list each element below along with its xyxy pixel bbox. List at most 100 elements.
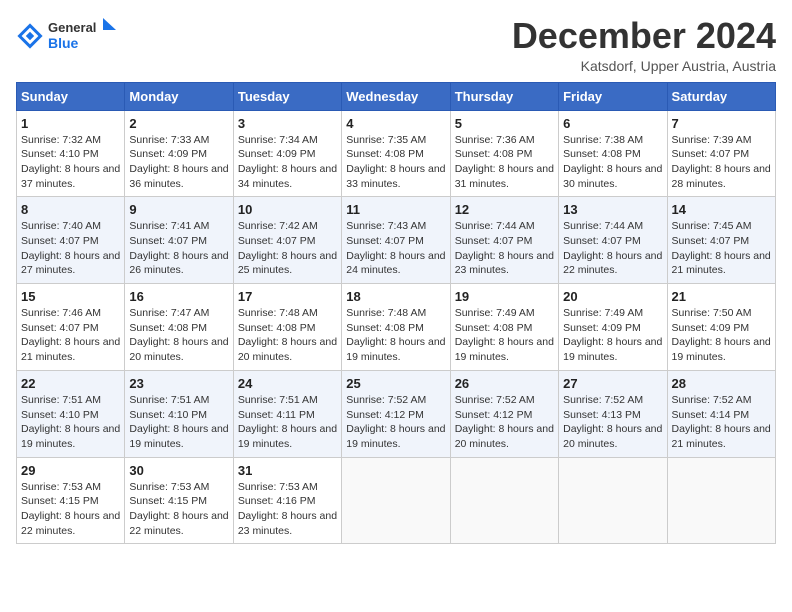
day-number: 28 bbox=[672, 376, 771, 391]
day-detail: Sunrise: 7:46 AM Sunset: 4:07 PM Dayligh… bbox=[21, 306, 120, 365]
day-detail: Sunrise: 7:40 AM Sunset: 4:07 PM Dayligh… bbox=[21, 219, 120, 278]
calendar-cell: 5 Sunrise: 7:36 AM Sunset: 4:08 PM Dayli… bbox=[450, 110, 558, 197]
day-number: 7 bbox=[672, 116, 771, 131]
day-detail: Sunrise: 7:52 AM Sunset: 4:12 PM Dayligh… bbox=[455, 393, 554, 452]
calendar-cell: 22 Sunrise: 7:51 AM Sunset: 4:10 PM Dayl… bbox=[17, 370, 125, 457]
calendar-day-header: Tuesday bbox=[233, 82, 341, 110]
day-number: 21 bbox=[672, 289, 771, 304]
day-number: 4 bbox=[346, 116, 445, 131]
day-detail: Sunrise: 7:45 AM Sunset: 4:07 PM Dayligh… bbox=[672, 219, 771, 278]
day-number: 29 bbox=[21, 463, 120, 478]
calendar-cell: 24 Sunrise: 7:51 AM Sunset: 4:11 PM Dayl… bbox=[233, 370, 341, 457]
day-number: 11 bbox=[346, 202, 445, 217]
day-number: 14 bbox=[672, 202, 771, 217]
day-detail: Sunrise: 7:32 AM Sunset: 4:10 PM Dayligh… bbox=[21, 133, 120, 192]
day-number: 23 bbox=[129, 376, 228, 391]
calendar-day-header: Friday bbox=[559, 82, 667, 110]
calendar-cell: 12 Sunrise: 7:44 AM Sunset: 4:07 PM Dayl… bbox=[450, 197, 558, 284]
day-number: 22 bbox=[21, 376, 120, 391]
day-detail: Sunrise: 7:50 AM Sunset: 4:09 PM Dayligh… bbox=[672, 306, 771, 365]
day-detail: Sunrise: 7:53 AM Sunset: 4:15 PM Dayligh… bbox=[129, 480, 228, 539]
calendar-cell: 19 Sunrise: 7:49 AM Sunset: 4:08 PM Dayl… bbox=[450, 284, 558, 371]
calendar-table: SundayMondayTuesdayWednesdayThursdayFrid… bbox=[16, 82, 776, 545]
calendar-cell: 25 Sunrise: 7:52 AM Sunset: 4:12 PM Dayl… bbox=[342, 370, 450, 457]
calendar-cell: 20 Sunrise: 7:49 AM Sunset: 4:09 PM Dayl… bbox=[559, 284, 667, 371]
day-number: 26 bbox=[455, 376, 554, 391]
day-detail: Sunrise: 7:47 AM Sunset: 4:08 PM Dayligh… bbox=[129, 306, 228, 365]
logo-icon bbox=[16, 22, 44, 50]
day-number: 13 bbox=[563, 202, 662, 217]
calendar-day-header: Monday bbox=[125, 82, 233, 110]
calendar-cell: 7 Sunrise: 7:39 AM Sunset: 4:07 PM Dayli… bbox=[667, 110, 775, 197]
logo-text: General Blue bbox=[48, 16, 118, 57]
calendar-cell: 26 Sunrise: 7:52 AM Sunset: 4:12 PM Dayl… bbox=[450, 370, 558, 457]
day-detail: Sunrise: 7:53 AM Sunset: 4:16 PM Dayligh… bbox=[238, 480, 337, 539]
calendar-day-header: Thursday bbox=[450, 82, 558, 110]
day-number: 10 bbox=[238, 202, 337, 217]
day-number: 17 bbox=[238, 289, 337, 304]
day-detail: Sunrise: 7:44 AM Sunset: 4:07 PM Dayligh… bbox=[563, 219, 662, 278]
calendar-cell: 28 Sunrise: 7:52 AM Sunset: 4:14 PM Dayl… bbox=[667, 370, 775, 457]
calendar-cell: 16 Sunrise: 7:47 AM Sunset: 4:08 PM Dayl… bbox=[125, 284, 233, 371]
day-detail: Sunrise: 7:38 AM Sunset: 4:08 PM Dayligh… bbox=[563, 133, 662, 192]
day-number: 15 bbox=[21, 289, 120, 304]
day-detail: Sunrise: 7:52 AM Sunset: 4:13 PM Dayligh… bbox=[563, 393, 662, 452]
calendar-cell: 18 Sunrise: 7:48 AM Sunset: 4:08 PM Dayl… bbox=[342, 284, 450, 371]
page-header: General Blue December 2024 Katsdorf, Upp… bbox=[16, 16, 776, 74]
day-detail: Sunrise: 7:53 AM Sunset: 4:15 PM Dayligh… bbox=[21, 480, 120, 539]
day-detail: Sunrise: 7:48 AM Sunset: 4:08 PM Dayligh… bbox=[238, 306, 337, 365]
calendar-cell: 30 Sunrise: 7:53 AM Sunset: 4:15 PM Dayl… bbox=[125, 457, 233, 544]
day-detail: Sunrise: 7:51 AM Sunset: 4:10 PM Dayligh… bbox=[129, 393, 228, 452]
day-detail: Sunrise: 7:51 AM Sunset: 4:11 PM Dayligh… bbox=[238, 393, 337, 452]
location: Katsdorf, Upper Austria, Austria bbox=[512, 58, 776, 74]
day-detail: Sunrise: 7:44 AM Sunset: 4:07 PM Dayligh… bbox=[455, 219, 554, 278]
calendar-cell: 13 Sunrise: 7:44 AM Sunset: 4:07 PM Dayl… bbox=[559, 197, 667, 284]
calendar-cell: 23 Sunrise: 7:51 AM Sunset: 4:10 PM Dayl… bbox=[125, 370, 233, 457]
day-detail: Sunrise: 7:39 AM Sunset: 4:07 PM Dayligh… bbox=[672, 133, 771, 192]
day-number: 24 bbox=[238, 376, 337, 391]
calendar-cell bbox=[450, 457, 558, 544]
day-number: 9 bbox=[129, 202, 228, 217]
day-number: 1 bbox=[21, 116, 120, 131]
day-detail: Sunrise: 7:42 AM Sunset: 4:07 PM Dayligh… bbox=[238, 219, 337, 278]
day-number: 12 bbox=[455, 202, 554, 217]
calendar-day-header: Sunday bbox=[17, 82, 125, 110]
day-number: 8 bbox=[21, 202, 120, 217]
day-detail: Sunrise: 7:41 AM Sunset: 4:07 PM Dayligh… bbox=[129, 219, 228, 278]
calendar-cell: 27 Sunrise: 7:52 AM Sunset: 4:13 PM Dayl… bbox=[559, 370, 667, 457]
calendar-cell: 10 Sunrise: 7:42 AM Sunset: 4:07 PM Dayl… bbox=[233, 197, 341, 284]
day-number: 27 bbox=[563, 376, 662, 391]
title-block: December 2024 Katsdorf, Upper Austria, A… bbox=[512, 16, 776, 74]
calendar-cell bbox=[559, 457, 667, 544]
day-detail: Sunrise: 7:36 AM Sunset: 4:08 PM Dayligh… bbox=[455, 133, 554, 192]
day-number: 16 bbox=[129, 289, 228, 304]
calendar-cell: 9 Sunrise: 7:41 AM Sunset: 4:07 PM Dayli… bbox=[125, 197, 233, 284]
day-detail: Sunrise: 7:34 AM Sunset: 4:09 PM Dayligh… bbox=[238, 133, 337, 192]
day-detail: Sunrise: 7:43 AM Sunset: 4:07 PM Dayligh… bbox=[346, 219, 445, 278]
day-number: 2 bbox=[129, 116, 228, 131]
day-detail: Sunrise: 7:51 AM Sunset: 4:10 PM Dayligh… bbox=[21, 393, 120, 452]
day-number: 19 bbox=[455, 289, 554, 304]
svg-text:Blue: Blue bbox=[48, 35, 79, 51]
calendar-cell: 4 Sunrise: 7:35 AM Sunset: 4:08 PM Dayli… bbox=[342, 110, 450, 197]
calendar-cell: 2 Sunrise: 7:33 AM Sunset: 4:09 PM Dayli… bbox=[125, 110, 233, 197]
svg-text:General: General bbox=[48, 20, 96, 35]
day-detail: Sunrise: 7:49 AM Sunset: 4:09 PM Dayligh… bbox=[563, 306, 662, 365]
calendar-cell: 17 Sunrise: 7:48 AM Sunset: 4:08 PM Dayl… bbox=[233, 284, 341, 371]
calendar-cell: 21 Sunrise: 7:50 AM Sunset: 4:09 PM Dayl… bbox=[667, 284, 775, 371]
day-detail: Sunrise: 7:33 AM Sunset: 4:09 PM Dayligh… bbox=[129, 133, 228, 192]
calendar-cell: 11 Sunrise: 7:43 AM Sunset: 4:07 PM Dayl… bbox=[342, 197, 450, 284]
day-number: 30 bbox=[129, 463, 228, 478]
day-detail: Sunrise: 7:35 AM Sunset: 4:08 PM Dayligh… bbox=[346, 133, 445, 192]
calendar-cell: 14 Sunrise: 7:45 AM Sunset: 4:07 PM Dayl… bbox=[667, 197, 775, 284]
calendar-cell: 31 Sunrise: 7:53 AM Sunset: 4:16 PM Dayl… bbox=[233, 457, 341, 544]
calendar-day-header: Wednesday bbox=[342, 82, 450, 110]
calendar-day-header: Saturday bbox=[667, 82, 775, 110]
calendar-cell bbox=[667, 457, 775, 544]
logo: General Blue bbox=[16, 16, 118, 57]
day-number: 25 bbox=[346, 376, 445, 391]
calendar-cell: 1 Sunrise: 7:32 AM Sunset: 4:10 PM Dayli… bbox=[17, 110, 125, 197]
month-title: December 2024 bbox=[512, 16, 776, 56]
day-detail: Sunrise: 7:52 AM Sunset: 4:14 PM Dayligh… bbox=[672, 393, 771, 452]
calendar-cell: 3 Sunrise: 7:34 AM Sunset: 4:09 PM Dayli… bbox=[233, 110, 341, 197]
